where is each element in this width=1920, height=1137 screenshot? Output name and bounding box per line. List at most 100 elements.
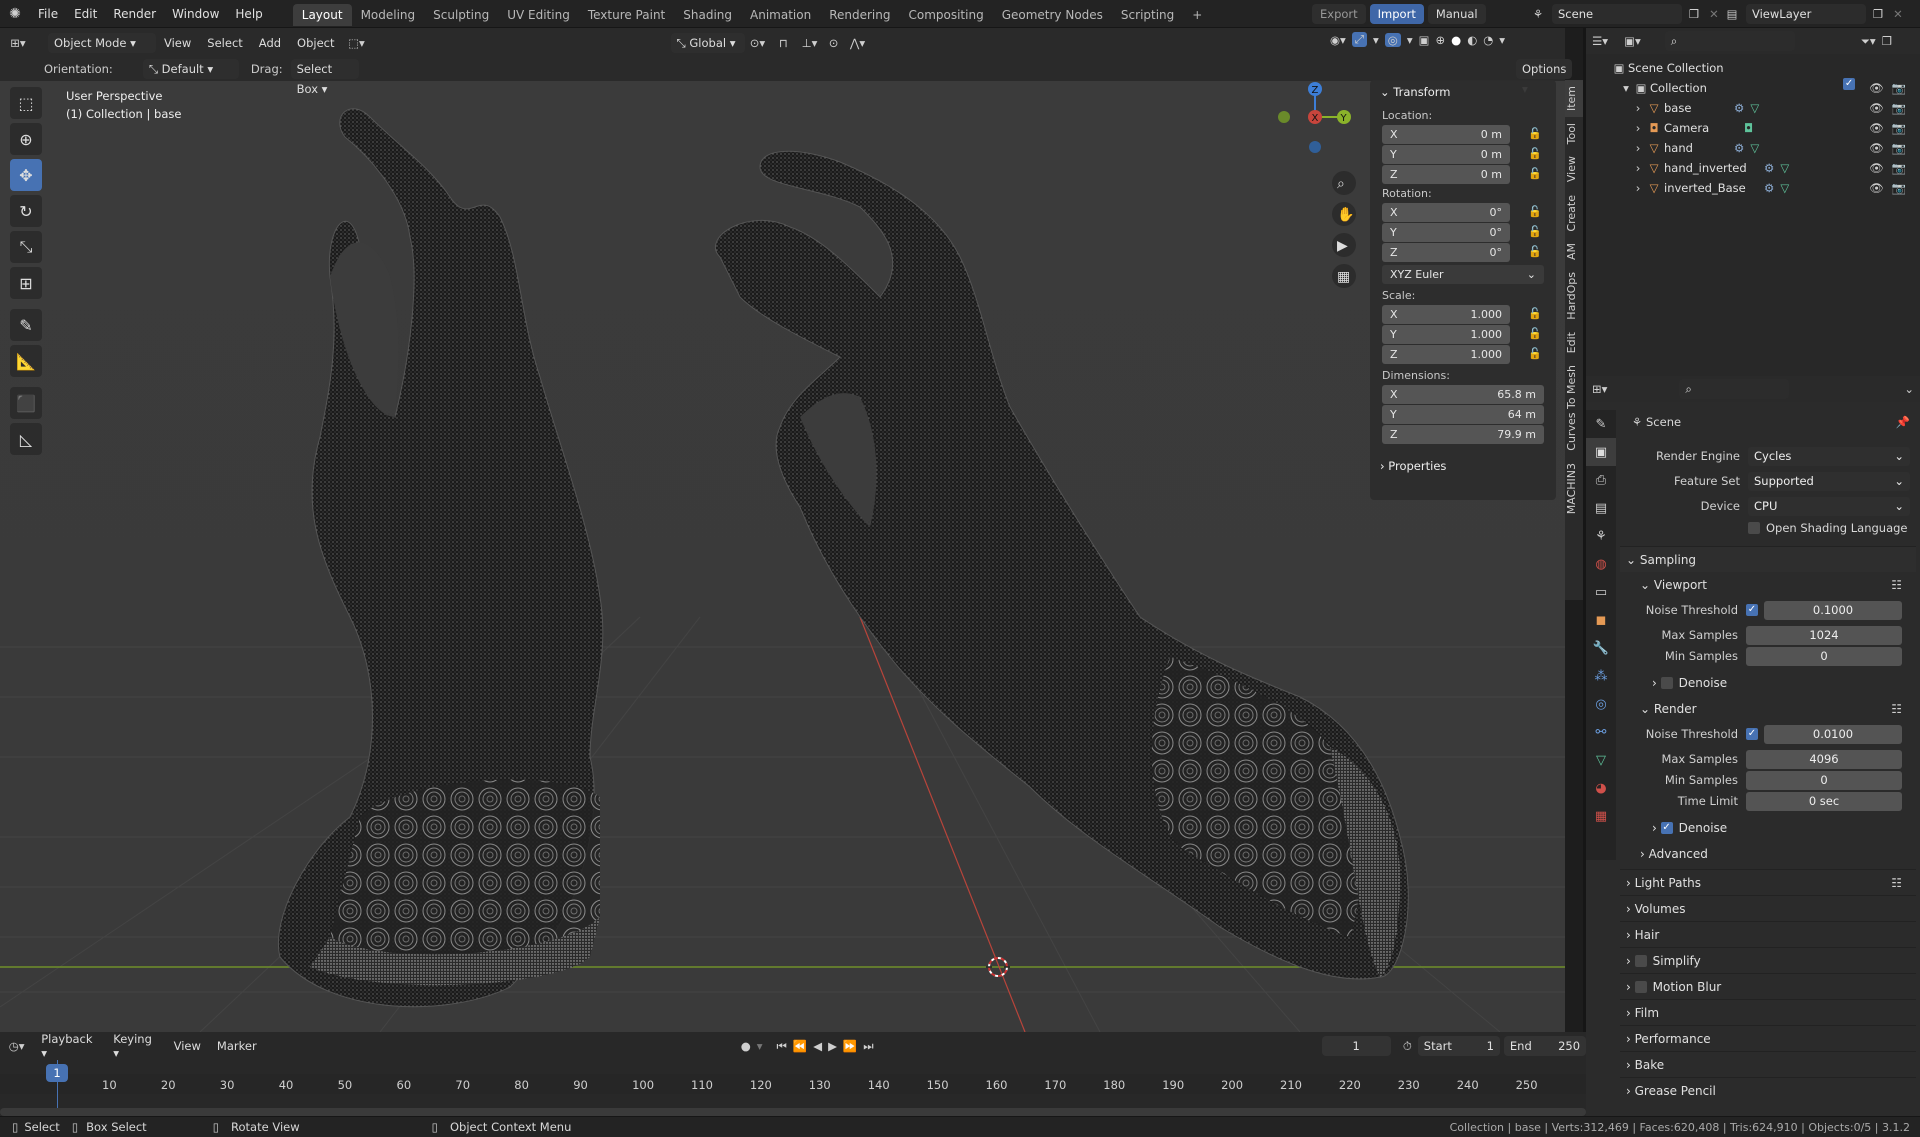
end-frame-field[interactable]: End 250 [1503,1036,1587,1056]
tab-scripting[interactable]: Scripting [1112,4,1183,26]
xray-icon[interactable]: ▣ [1419,33,1430,47]
camera-icon[interactable]: 📷 [1892,158,1906,178]
camera-data-icon[interactable]: ◘ [1744,118,1753,138]
timeline-track[interactable]: 10 20 30 40 50 60 70 80 90 100 110 120 130 140 150 160 1… [0,1060,1586,1116]
vp-noise-threshold-field[interactable]: 0.1000 [1764,600,1902,620]
camera-icon[interactable]: 📷 [1892,98,1906,118]
menu-file[interactable]: File [30,0,66,28]
outliner-item[interactable]: › ◘ Camera ◘ 👁 📷 [1610,118,1920,138]
sidebar-tab-hardops[interactable]: HardOps [1565,266,1583,326]
add-menu[interactable]: Add [251,36,289,50]
sidebar-tab-item[interactable]: Item [1565,80,1583,118]
tab-geometry-nodes[interactable]: Geometry Nodes [993,4,1112,26]
tab-layout[interactable]: Layout [292,4,352,26]
location-y-field[interactable]: Y0 m [1382,145,1510,164]
camera-icon[interactable]: 📷 [1892,78,1906,98]
list-icon[interactable]: ☷ [1891,702,1902,716]
expand-arrow-icon[interactable]: ▾ [1620,78,1632,98]
current-frame-field[interactable]: 1 [1321,1036,1391,1056]
filter-icon[interactable]: ⏷▾ [1861,34,1876,49]
scale-tool-icon[interactable]: ⤡ [10,231,42,263]
jump-end-icon[interactable]: ⏭ [863,1039,873,1054]
new-scene-icon[interactable]: ❐ [1686,7,1702,21]
sampling-section-header[interactable]: ⌄ Sampling [1620,546,1916,572]
modifier-icon[interactable]: ⚙ [1734,138,1744,158]
expand-arrow-icon[interactable]: › [1632,98,1644,118]
properties-search-input[interactable]: ⌕ [1679,379,1790,399]
3d-viewport[interactable]: User Perspective (1) Collection | base ⬚… [0,57,1565,1032]
gizmo-dropdown-icon[interactable]: ▾ [1373,33,1379,47]
tab-animation[interactable]: Animation [741,4,820,26]
outliner-item[interactable]: › ▽ inverted_Base ⚙ ▽ 👁 📷 [1610,178,1920,198]
vp-noise-threshold-checkbox[interactable]: ✓ [1746,604,1758,616]
delete-scene-icon[interactable]: ✕ [1706,7,1722,21]
tool-tab-icon[interactable]: ✎ [1586,410,1616,438]
export-button[interactable]: Export [1312,4,1366,24]
menu-render[interactable]: Render [105,0,164,28]
scene-tab-icon[interactable]: ⚘ [1586,522,1616,550]
tab-texture-paint[interactable]: Texture Paint [579,4,674,26]
location-z-field[interactable]: Z0 m [1382,165,1510,184]
texture-tab-icon[interactable]: ▦ [1586,802,1616,830]
lock-icon[interactable]: 🔓 [1528,327,1542,340]
pivot-point-icon[interactable]: ⊙▾ [745,36,771,50]
dimensions-x-field[interactable]: X 65.8 m [1382,385,1544,404]
modifier-icon[interactable]: ⚙ [1764,178,1774,198]
world-tab-icon[interactable]: ◍ [1586,550,1616,578]
pin-icon[interactable]: 📌 [1896,415,1910,429]
add-cube-tool-icon[interactable]: ⬛ [10,387,42,419]
rotate-tool-icon[interactable]: ↻ [10,195,42,227]
eye-icon[interactable]: 👁 [1869,98,1884,118]
playhead[interactable]: 1 [46,1064,68,1082]
rotation-mode-dropdown[interactable]: XYZ Euler ⌄ [1382,265,1544,284]
pivot-icon[interactable]: ⬚▾ [343,36,371,50]
properties-options-icon[interactable]: ⌄ [1904,382,1914,396]
snap-target-icon[interactable]: ⊥▾ [797,36,823,50]
particles-tab-icon[interactable]: ⁂ [1586,662,1616,690]
scene-icon[interactable]: ⚘ [1528,7,1548,21]
move-tool-icon[interactable]: ✥ [10,159,42,191]
eye-icon[interactable]: 👁 [1869,138,1884,158]
rendered-shading-icon[interactable]: ◔ [1483,33,1493,47]
render-tab-icon[interactable]: ▣ [1586,438,1616,466]
sidebar-tab-tool[interactable]: Tool [1565,117,1583,150]
modifier-icon[interactable]: ⚙ [1764,158,1774,178]
jump-start-icon[interactable]: ⏮ [777,1039,787,1054]
falloff-icon[interactable]: ⋀▾ [845,36,871,50]
lock-icon[interactable]: 🔓 [1528,127,1542,140]
time-limit-field[interactable]: 0 sec [1746,791,1902,811]
tab-uv-editing[interactable]: UV Editing [498,4,579,26]
keying-menu[interactable]: Keying ▾ [105,1032,165,1060]
render-subsection-header[interactable]: ⌄ Render ☷ [1620,696,1916,722]
sidebar-tab-machin3[interactable]: MACHIN3 [1565,457,1583,520]
r-denoise-checkbox[interactable]: ✓ [1660,822,1673,834]
proportional-edit-icon[interactable]: ⊙ [823,36,845,50]
measure-tool-icon[interactable]: 📐 [10,345,42,377]
record-dropdown-icon[interactable]: ▾ [757,1039,763,1053]
transform-orientation-dropdown[interactable]: ⤡ Global ▾ [670,32,745,53]
object-menu[interactable]: Object [289,36,342,50]
preview-range-icon[interactable]: ⏱ [1403,1039,1412,1054]
view-layer-tab-icon[interactable]: ▤ [1586,494,1616,522]
outliner-editor-icon[interactable]: ☰▾ [1592,34,1608,48]
r-max-samples-field[interactable]: 4096 [1746,749,1902,769]
scale-y-field[interactable]: Y 1.000 [1382,325,1510,344]
grease-pencil-section[interactable]: › Grease Pencil [1620,1077,1916,1103]
sidebar-tab-am[interactable]: AM [1565,237,1583,266]
device-dropdown[interactable]: CPU ⌄ [1748,496,1910,516]
tab-shading[interactable]: Shading [674,4,741,26]
render-engine-dropdown[interactable]: Cycles ⌄ [1748,446,1910,466]
cursor-tool-icon[interactable]: ⊕ [10,123,42,155]
outliner-search-input[interactable]: ⌕ [1664,31,1795,51]
sidebar-tab-view[interactable]: View [1565,150,1583,188]
sidebar-tab-edit[interactable]: Edit [1565,326,1583,359]
timeline-editor-icon[interactable]: ◷▾ [0,1039,33,1053]
object-mode-dropdown[interactable]: Object Mode ▾ [48,32,156,53]
dimensions-y-field[interactable]: Y 64 m [1382,405,1544,424]
vp-min-samples-field[interactable]: 0 [1746,646,1902,666]
select-box-tool-icon[interactable]: ⬚ [10,87,42,119]
transform-panel-header[interactable]: ⌄ Transform [1370,80,1556,104]
solid-shading-icon[interactable]: ● [1451,33,1461,47]
simplify-section[interactable]: › Simplify [1620,947,1916,973]
annotate-tool-icon[interactable]: ✎ [10,309,42,341]
